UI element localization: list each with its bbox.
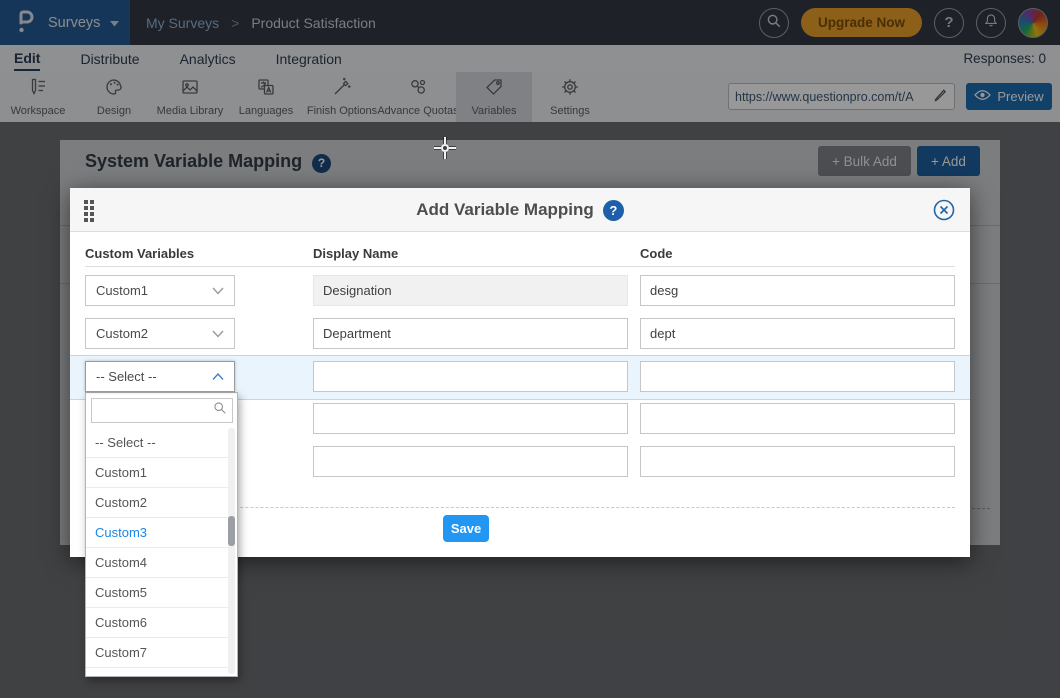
code-input-row2[interactable] [640,318,955,349]
select-value: Custom2 [96,326,148,341]
modal-help-icon[interactable]: ? [603,200,624,221]
display-name-input-row4[interactable] [313,403,628,434]
code-input-row1[interactable] [640,275,955,306]
chevron-up-icon [212,369,224,384]
modal-title: Add Variable Mapping [416,200,594,220]
chevron-down-icon [212,283,224,298]
option-custom7[interactable]: Custom7 [86,638,230,668]
custom-variable-dropdown: -- Select -- Custom1 Custom2 Custom3 Cus… [85,392,238,677]
option-custom1[interactable]: Custom1 [86,458,230,488]
option-custom4[interactable]: Custom4 [86,548,230,578]
display-name-input-row5[interactable] [313,446,628,477]
code-input-row4[interactable] [640,403,955,434]
display-name-input-row3[interactable] [313,361,628,392]
select-value: -- Select -- [96,369,157,384]
modal-header: Add Variable Mapping ? [70,188,970,232]
custom-variable-select-row3-open[interactable]: -- Select -- [85,361,235,392]
option-custom5[interactable]: Custom5 [86,578,230,608]
dropdown-search-box [91,398,233,423]
header-rule [85,266,955,267]
custom-variable-select-row1[interactable]: Custom1 [85,275,235,306]
column-header-code: Code [640,246,673,261]
display-name-input-row2[interactable] [313,318,628,349]
option-partial[interactable] [86,668,230,678]
dropdown-scrollbar-track[interactable] [228,428,235,674]
select-value: Custom1 [96,283,148,298]
search-icon [213,401,227,420]
save-button[interactable]: Save [443,515,489,542]
chevron-down-icon [212,326,224,341]
custom-variable-select-row2[interactable]: Custom2 [85,318,235,349]
column-header-custom-variables: Custom Variables [85,246,194,261]
code-input-row3[interactable] [640,361,955,392]
display-name-input-row1[interactable] [313,275,628,306]
app-screen: Surveys My Surveys > Product Satisfactio… [0,0,1060,698]
dropdown-option-list: -- Select -- Custom1 Custom2 Custom3 Cus… [86,428,237,678]
option-custom3[interactable]: Custom3 [86,518,230,548]
option-select[interactable]: -- Select -- [86,428,230,458]
code-input-row5[interactable] [640,446,955,477]
column-header-display-name: Display Name [313,246,398,261]
dropdown-search-input[interactable] [97,404,213,418]
option-custom2[interactable]: Custom2 [86,488,230,518]
option-custom6[interactable]: Custom6 [86,608,230,638]
dropdown-scrollbar-thumb[interactable] [228,516,235,546]
close-icon[interactable] [933,199,955,221]
add-variable-mapping-modal: Add Variable Mapping ? Custom Variables … [70,188,970,557]
